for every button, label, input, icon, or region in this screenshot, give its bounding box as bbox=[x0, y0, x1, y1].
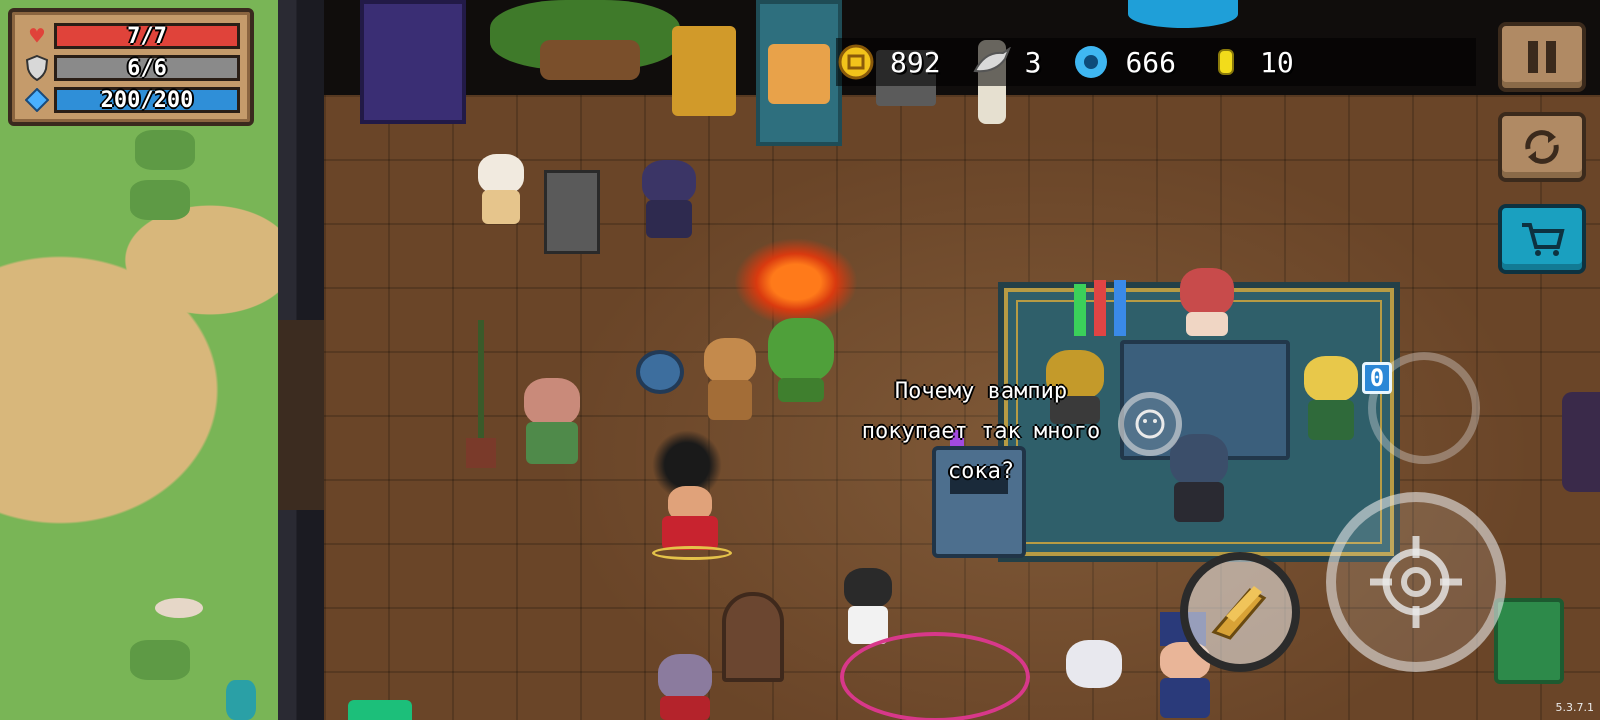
energy-value: 200/200 bbox=[100, 87, 194, 113]
tokens-counter: 10 bbox=[1206, 38, 1294, 86]
pot-prop bbox=[636, 350, 684, 394]
currency-bar: 892 3 666 10 bbox=[836, 38, 1476, 86]
coins-value: 892 bbox=[890, 45, 941, 79]
grass-tuft bbox=[130, 180, 190, 220]
dialogue-line-1: Почему вампир bbox=[894, 379, 1068, 404]
fish-counter: 3 bbox=[971, 38, 1042, 86]
gold-coin-icon bbox=[836, 42, 876, 82]
vending-machine[interactable] bbox=[360, 0, 466, 124]
fish-icon bbox=[971, 42, 1011, 82]
jade-statue bbox=[1494, 598, 1564, 684]
elf-npc[interactable] bbox=[1300, 356, 1362, 444]
green-chest[interactable] bbox=[348, 700, 412, 720]
doorway bbox=[278, 320, 324, 510]
skill-counter-badge: 0 bbox=[1362, 362, 1392, 394]
shopping-cart-icon bbox=[1522, 223, 1565, 256]
coffin-prop bbox=[722, 592, 784, 682]
bear-pet bbox=[700, 338, 760, 422]
fish-value: 3 bbox=[1024, 45, 1042, 79]
heart-icon: ♥ bbox=[29, 22, 45, 50]
crosshair-icon bbox=[1370, 536, 1462, 628]
bowl-prop bbox=[155, 598, 203, 618]
tokens-value: 10 bbox=[1260, 45, 1294, 79]
hp-bar: 7/7 bbox=[54, 23, 240, 49]
shop-button[interactable] bbox=[1498, 204, 1586, 274]
coins-counter: 892 bbox=[836, 38, 941, 86]
portal-emblem bbox=[1128, 0, 1238, 28]
armor-value: 6/6 bbox=[127, 55, 167, 81]
version-label: 5.3.7.1 bbox=[1555, 701, 1594, 714]
training-dummy[interactable] bbox=[544, 170, 600, 254]
gachapon-machine[interactable] bbox=[756, 0, 842, 146]
armor-row: 6/6 bbox=[20, 52, 240, 84]
gems-counter: 666 bbox=[1071, 38, 1176, 86]
hooded-skull-npc[interactable] bbox=[1164, 434, 1234, 524]
dialogue-line-2: покупает так много bbox=[861, 419, 1101, 444]
blue-gem-icon bbox=[1071, 42, 1111, 82]
skill-face-icon bbox=[1135, 409, 1165, 439]
fire-pet bbox=[726, 232, 866, 332]
edge-npc[interactable] bbox=[1562, 392, 1600, 492]
dialogue-line-3: сока? bbox=[947, 459, 1015, 484]
player-stats-panel: ♥ 7/7 6/6 200/200 bbox=[8, 8, 254, 126]
swordsman-npc[interactable] bbox=[838, 556, 898, 646]
swap-character-button[interactable] bbox=[1498, 112, 1586, 182]
energy-bar: 200/200 bbox=[54, 87, 240, 113]
npc-dialogue: Почему вампир покупает так много сока? bbox=[826, 372, 1136, 492]
weapon-switch-button[interactable] bbox=[1180, 552, 1300, 672]
horned-npc[interactable] bbox=[636, 160, 702, 242]
golden-gun-icon bbox=[1211, 586, 1267, 640]
player-knight[interactable] bbox=[622, 430, 758, 560]
skill-button[interactable] bbox=[1118, 392, 1182, 456]
potion-rack bbox=[1070, 280, 1134, 340]
hp-row: ♥ 7/7 bbox=[20, 20, 240, 52]
swap-character-icon bbox=[1525, 130, 1559, 164]
golden-robot-statue bbox=[672, 26, 736, 116]
priestess-npc[interactable] bbox=[470, 154, 532, 226]
energy-row: 200/200 bbox=[20, 84, 240, 116]
druid-npc[interactable] bbox=[512, 378, 592, 468]
gems-value: 666 bbox=[1125, 45, 1177, 79]
magic-circle bbox=[840, 632, 1030, 720]
grass-tuft bbox=[130, 640, 190, 680]
tree-top bbox=[226, 680, 256, 720]
shopkeeper-npc[interactable] bbox=[1176, 268, 1238, 338]
gold-token-icon bbox=[1206, 42, 1246, 82]
pause-icon bbox=[1528, 41, 1556, 73]
log-prop bbox=[540, 40, 640, 80]
white-hair-npc[interactable] bbox=[1060, 640, 1130, 720]
attack-button[interactable] bbox=[1326, 492, 1506, 672]
shield-icon bbox=[20, 54, 54, 82]
pause-button[interactable] bbox=[1498, 22, 1586, 92]
potted-plant bbox=[464, 320, 498, 470]
energy-gem-icon bbox=[20, 86, 54, 114]
grass-tuft bbox=[135, 130, 195, 170]
hp-value: 7/7 bbox=[127, 23, 167, 49]
armor-bar: 6/6 bbox=[54, 55, 240, 81]
vampire-npc[interactable] bbox=[652, 654, 718, 720]
